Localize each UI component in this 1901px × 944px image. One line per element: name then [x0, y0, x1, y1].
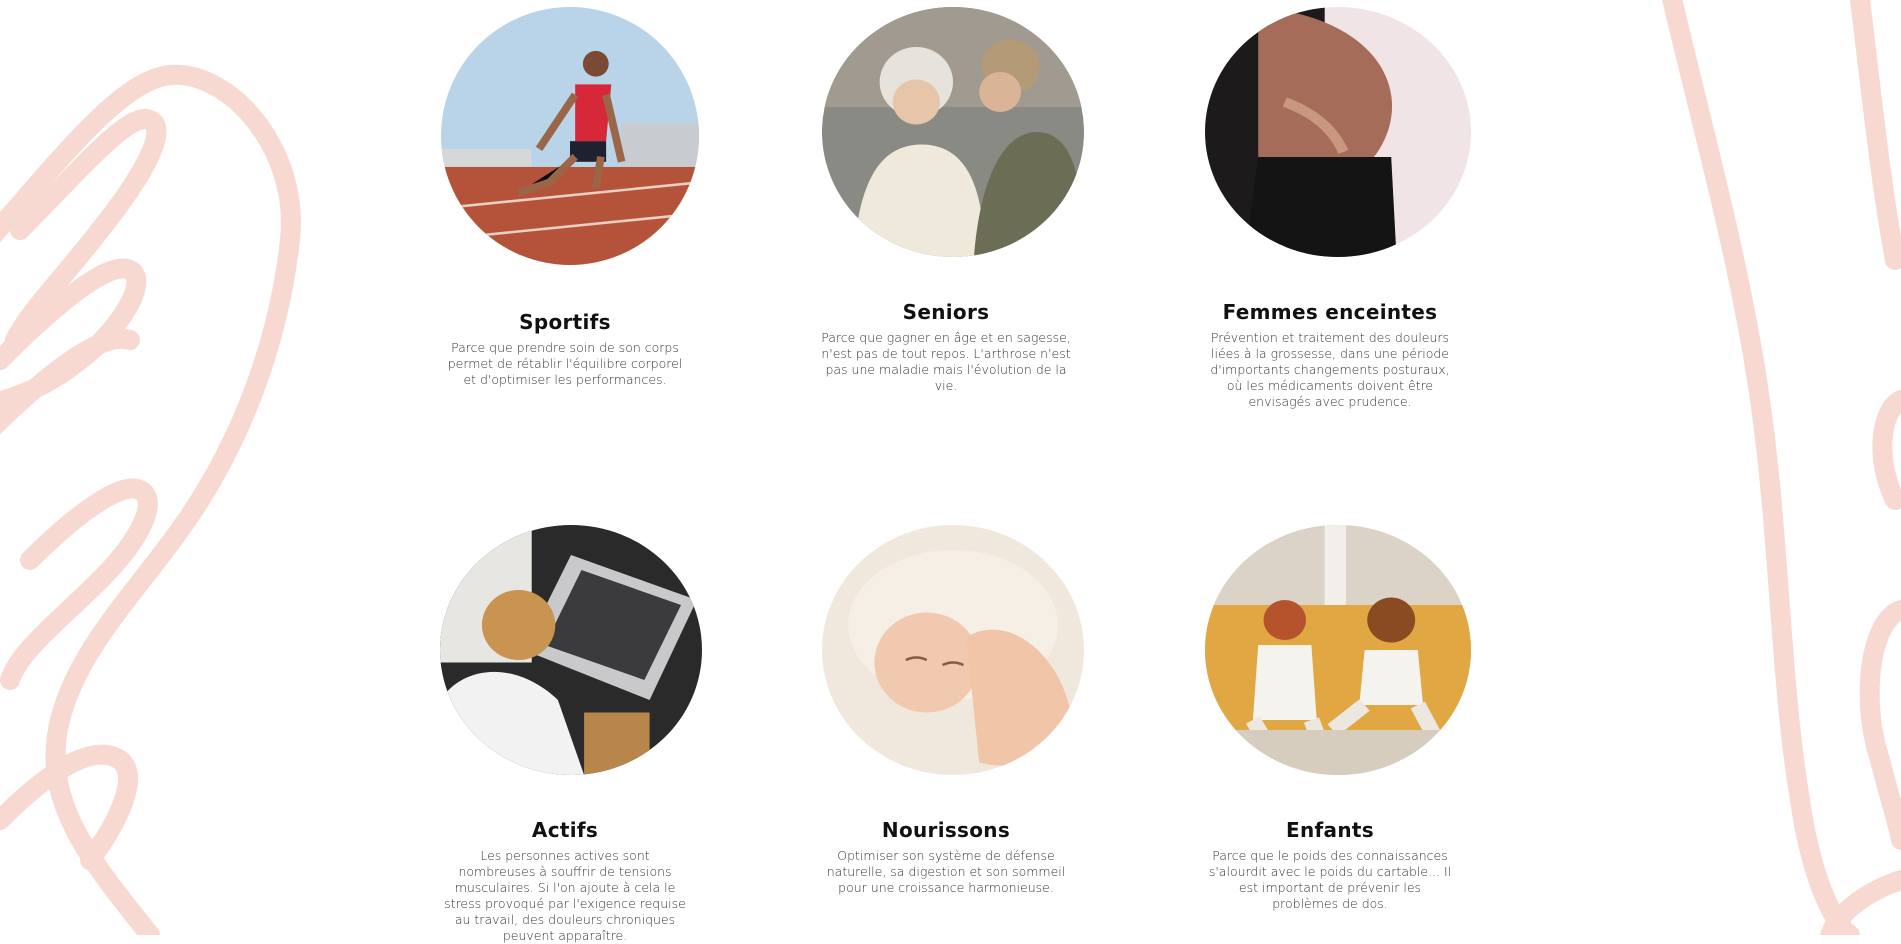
children-photo — [1205, 525, 1471, 775]
services-grid: Sportifs Parce que prendre soin de son c… — [0, 0, 1901, 943]
sleeping-baby-photo — [822, 525, 1084, 775]
category-description: Optimiser son système de défense naturel… — [826, 848, 1066, 895]
category-title: Actifs — [531, 818, 599, 842]
category-card-nourissons: Nourissons Optimiser son système de défe… — [814, 0, 1084, 896]
category-card-actifs: Actifs Les personnes actives sont nombre… — [433, 0, 702, 944]
category-description: Parce que le poids des connaissances s'a… — [1208, 848, 1452, 911]
category-title: Enfants — [1286, 818, 1374, 842]
category-title: Nourissons — [881, 818, 1011, 842]
stressed-worker-photo — [440, 525, 702, 775]
category-card-enfants: Enfants Parce que le poids des connaissa… — [1198, 0, 1471, 912]
category-description: Les personnes actives sont nombreuses à … — [444, 848, 686, 943]
